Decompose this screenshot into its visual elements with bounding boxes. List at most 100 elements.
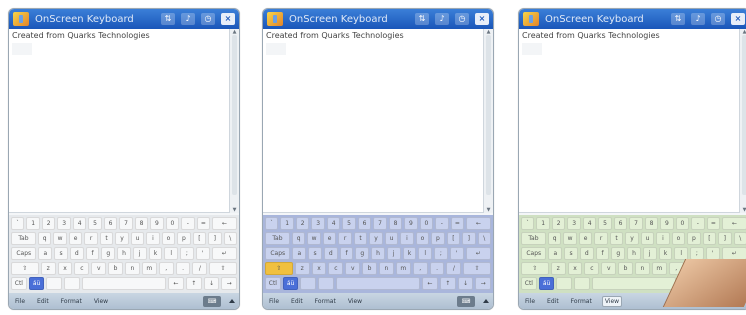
key[interactable]: 3 xyxy=(567,217,581,230)
key[interactable]: c xyxy=(328,262,344,275)
key[interactable]: u xyxy=(130,232,145,245)
menu-file[interactable]: File xyxy=(13,297,27,306)
key[interactable]: 0 xyxy=(165,217,180,230)
scroll-thumb[interactable] xyxy=(232,35,237,195)
key[interactable]: j xyxy=(386,247,401,260)
tab-key[interactable]: Tab xyxy=(521,232,546,245)
clock-icon[interactable]: ◷ xyxy=(455,13,469,25)
key[interactable]: n xyxy=(379,262,394,275)
shift-key[interactable]: ⇧ xyxy=(11,262,39,275)
key[interactable]: 2 xyxy=(551,217,566,230)
key[interactable]: 6 xyxy=(357,217,372,230)
arrow-left-key[interactable]: ← xyxy=(168,277,184,290)
key[interactable]: b xyxy=(362,262,378,275)
key[interactable]: s xyxy=(564,247,578,260)
key[interactable]: ' xyxy=(449,247,464,260)
intl-key[interactable]: áü xyxy=(28,277,45,290)
enter-key[interactable]: ↵ xyxy=(465,247,492,260)
vertical-scrollbar[interactable]: ▲ ▼ xyxy=(483,29,493,213)
key[interactable]: l xyxy=(418,247,433,260)
menu-format[interactable]: Format xyxy=(569,297,594,306)
menu-view[interactable]: View xyxy=(346,297,364,306)
key[interactable]: d xyxy=(579,247,594,260)
key[interactable]: ] xyxy=(462,232,476,245)
key[interactable]: ' xyxy=(195,247,210,260)
vertical-scrollbar[interactable]: ▲ ▼ xyxy=(739,29,746,213)
key[interactable]: j xyxy=(132,247,147,260)
key[interactable]: i xyxy=(400,232,414,245)
menu-edit[interactable]: Edit xyxy=(545,297,561,306)
key[interactable]: 1 xyxy=(26,217,40,230)
menu-file[interactable]: File xyxy=(523,297,537,306)
key[interactable]: s xyxy=(308,247,322,260)
scroll-thumb[interactable] xyxy=(486,35,491,195)
key[interactable]: 4 xyxy=(582,217,597,230)
arrow-up-key[interactable]: ↑ xyxy=(185,277,202,290)
caps-key[interactable]: Caps xyxy=(521,247,547,260)
ctrl-key[interactable]: Ctl xyxy=(521,277,537,290)
key[interactable]: d xyxy=(323,247,338,260)
key[interactable]: r xyxy=(84,232,98,245)
volume-icon[interactable]: ♪ xyxy=(435,13,449,25)
key[interactable]: 8 xyxy=(134,217,149,230)
shift-key[interactable]: ⇧ xyxy=(265,262,293,275)
key[interactable]: h xyxy=(627,247,641,260)
key[interactable] xyxy=(46,277,63,290)
document-area[interactable]: Created from Quarks Technologies xyxy=(263,29,483,213)
tab-key[interactable]: Tab xyxy=(11,232,36,245)
key[interactable]: / xyxy=(446,262,462,275)
scroll-down-icon[interactable]: ▼ xyxy=(231,207,238,213)
document-area[interactable]: Created from Quarks Technologies xyxy=(519,29,739,213)
key[interactable]: 9 xyxy=(404,217,418,230)
tab-key[interactable]: Tab xyxy=(265,232,290,245)
enter-key[interactable]: ↵ xyxy=(211,247,238,260)
key[interactable]: 5 xyxy=(598,217,612,230)
key[interactable]: . xyxy=(429,262,445,275)
caret-up-icon[interactable] xyxy=(229,299,235,303)
scroll-down-icon[interactable]: ▼ xyxy=(485,207,492,213)
key[interactable]: 9 xyxy=(660,217,674,230)
keyboard-toggle-icon[interactable]: ⌨ xyxy=(203,295,221,307)
key[interactable]: 8 xyxy=(644,217,659,230)
menu-format[interactable]: Format xyxy=(313,297,338,306)
key[interactable]: = xyxy=(196,217,211,230)
key[interactable]: g xyxy=(355,247,370,260)
shift-key[interactable]: ⇧ xyxy=(209,262,238,275)
key[interactable]: g xyxy=(611,247,626,260)
key[interactable]: w xyxy=(53,232,67,245)
key[interactable]: v xyxy=(91,262,107,275)
key[interactable]: 0 xyxy=(419,217,434,230)
key[interactable]: q xyxy=(291,232,306,245)
key[interactable]: t xyxy=(353,232,368,245)
network-icon[interactable]: ⇅ xyxy=(671,13,685,25)
key[interactable]: m xyxy=(651,262,667,275)
key[interactable]: \ xyxy=(477,232,492,245)
volume-icon[interactable]: ♪ xyxy=(691,13,705,25)
key[interactable]: v xyxy=(345,262,361,275)
key[interactable] xyxy=(300,277,317,290)
key[interactable]: q xyxy=(37,232,52,245)
key[interactable]: = xyxy=(450,217,465,230)
space-key[interactable] xyxy=(81,277,167,290)
keyboard-toggle-icon[interactable]: ⌨ xyxy=(457,295,475,307)
key[interactable]: b xyxy=(108,262,124,275)
menu-file[interactable]: File xyxy=(267,297,281,306)
key[interactable]: x xyxy=(311,262,327,275)
menu-view[interactable]: View xyxy=(601,295,623,307)
key[interactable]: 0 xyxy=(675,217,690,230)
backspace-key[interactable]: ← xyxy=(466,217,492,230)
key[interactable]: u xyxy=(640,232,655,245)
key[interactable]: a xyxy=(292,247,307,260)
key[interactable]: 9 xyxy=(150,217,164,230)
key[interactable]: u xyxy=(384,232,399,245)
arrow-right-key[interactable]: → xyxy=(221,277,238,290)
intl-key[interactable]: áü xyxy=(538,277,555,290)
caps-key[interactable]: Caps xyxy=(265,247,291,260)
key[interactable]: l xyxy=(164,247,179,260)
key[interactable]: n xyxy=(125,262,140,275)
key[interactable]: 3 xyxy=(311,217,325,230)
key[interactable]: z xyxy=(294,262,310,275)
close-icon[interactable]: × xyxy=(221,13,235,25)
clock-icon[interactable]: ◷ xyxy=(201,13,215,25)
key[interactable]: 5 xyxy=(342,217,356,230)
